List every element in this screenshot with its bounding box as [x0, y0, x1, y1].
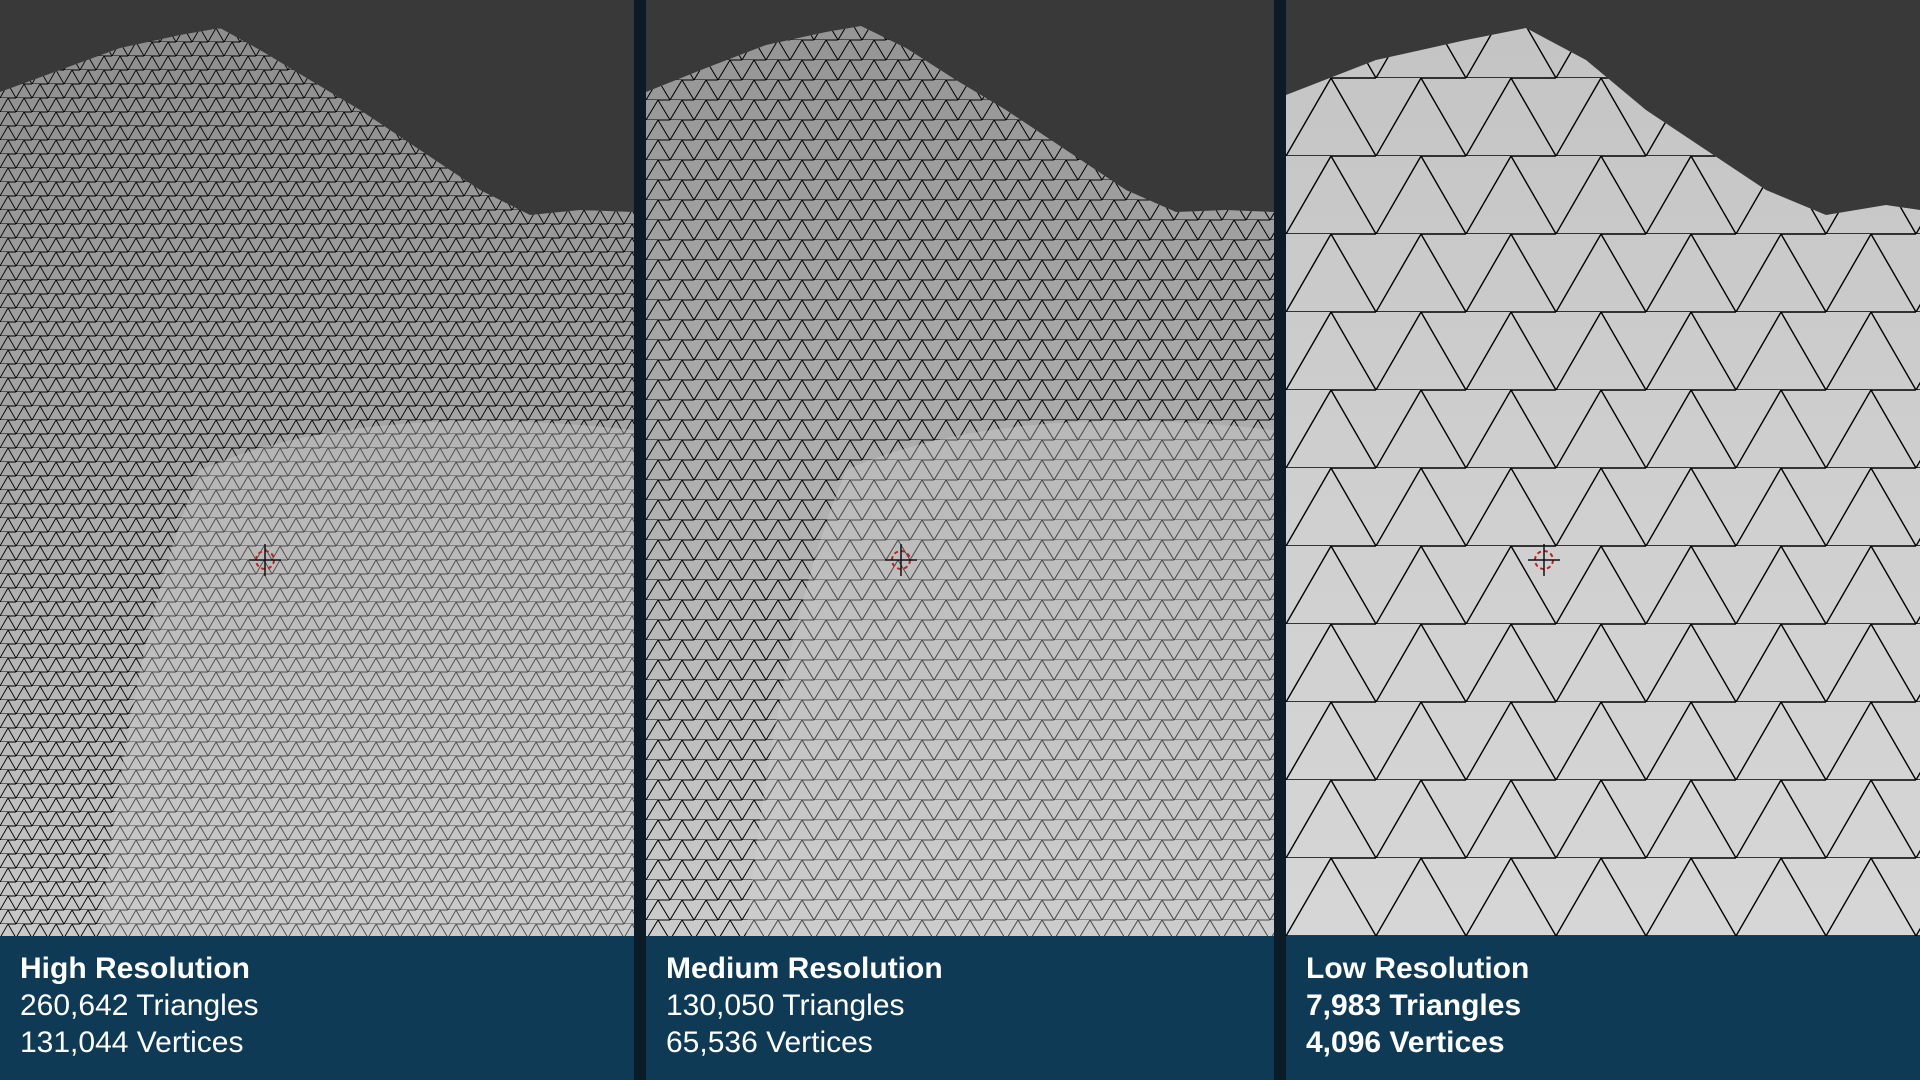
- comparison-stage: High Resolution 260,642 Triangles 131,04…: [0, 0, 1920, 1080]
- caption-medium: Medium Resolution 130,050 Triangles 65,5…: [646, 936, 1274, 1080]
- panel-high-resolution: High Resolution 260,642 Triangles 131,04…: [0, 0, 634, 1080]
- triangle-count: 130,050 Triangles: [666, 989, 905, 1022]
- vertex-count: 4,096 Vertices: [1306, 1026, 1505, 1059]
- caption-low: Low Resolution 7,983 Triangles 4,096 Ver…: [1286, 936, 1920, 1080]
- vertex-count: 131,044 Vertices: [20, 1026, 244, 1059]
- panel-title: Medium Resolution: [666, 952, 943, 985]
- caption-high: High Resolution 260,642 Triangles 131,04…: [0, 936, 634, 1080]
- panel-title: Low Resolution: [1306, 952, 1530, 985]
- panel-medium-resolution: Medium Resolution 130,050 Triangles 65,5…: [646, 0, 1274, 1080]
- viewport-medium[interactable]: [646, 0, 1274, 936]
- terrain-mesh-medium: [646, 0, 1274, 936]
- panel-title: High Resolution: [20, 952, 250, 985]
- viewport-high[interactable]: [0, 0, 634, 936]
- triangle-count: 260,642 Triangles: [20, 989, 259, 1022]
- terrain-mesh-high: [0, 0, 634, 936]
- viewport-low[interactable]: [1286, 0, 1920, 936]
- panel-divider: [1274, 0, 1286, 1080]
- panel-low-resolution: Low Resolution 7,983 Triangles 4,096 Ver…: [1286, 0, 1920, 1080]
- vertex-count: 65,536 Vertices: [666, 1026, 873, 1059]
- terrain-mesh-low: [1286, 0, 1920, 936]
- panel-divider: [634, 0, 646, 1080]
- triangle-count: 7,983 Triangles: [1306, 989, 1522, 1022]
